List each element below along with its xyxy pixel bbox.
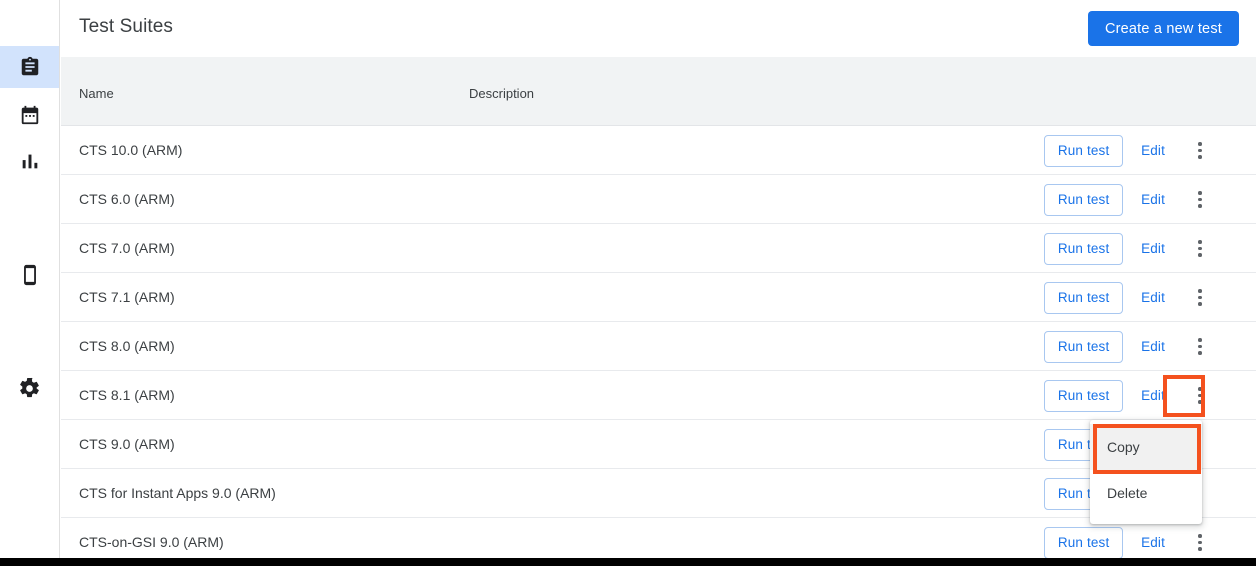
kebab-menu-icon-row-5[interactable]: [1183, 379, 1217, 413]
run-test-button[interactable]: Run test: [1044, 527, 1123, 559]
phone-icon: [19, 264, 41, 286]
run-test-button[interactable]: Run test: [1044, 331, 1123, 363]
edit-link[interactable]: Edit: [1141, 339, 1165, 354]
kebab-menu-icon-row-4[interactable]: [1183, 330, 1217, 364]
table-header-row: Name Description: [61, 57, 1256, 126]
row-actions: Run test Edit: [1044, 322, 1256, 371]
table-row: CTS-on-GSI 9.0 (ARM) Run test Edit: [61, 518, 1256, 558]
table-row: CTS 9.0 (ARM)Run testEdit: [61, 420, 1256, 469]
kebab-menu-icon-row-2[interactable]: [1183, 232, 1217, 266]
calendar-icon: [19, 104, 41, 126]
edit-link[interactable]: Edit: [1141, 143, 1165, 158]
table-cell-name: CTS 9.0 (ARM): [79, 436, 175, 452]
clipboard-icon: [19, 56, 41, 78]
table-cell-name: CTS 7.1 (ARM): [79, 289, 175, 305]
column-header-name: Name: [79, 86, 114, 101]
page-title: Test Suites: [79, 16, 173, 38]
edit-link[interactable]: Edit: [1141, 535, 1165, 550]
table-cell-name: CTS 10.0 (ARM): [79, 142, 182, 158]
app-root: Test Suites Create a new test Name Descr…: [0, 0, 1256, 566]
row-actions: Run test Edit: [1044, 371, 1256, 420]
gear-icon: [18, 377, 41, 400]
sidebar-item-schedule[interactable]: [0, 94, 59, 136]
row-context-menu[interactable]: Copy Delete: [1090, 420, 1202, 524]
run-test-button[interactable]: Run test: [1044, 282, 1123, 314]
table-row: CTS 10.0 (ARM) Run test Edit: [61, 126, 1256, 175]
sidebar-item-settings[interactable]: [0, 367, 59, 409]
table-row: CTS for Instant Apps 9.0 (ARM)Run testEd…: [61, 469, 1256, 518]
row-actions: Run test Edit: [1044, 518, 1256, 558]
kebab-menu-icon-row-3[interactable]: [1183, 281, 1217, 315]
bottom-black-bar: [0, 558, 1256, 566]
sidebar-item-reports[interactable]: [0, 140, 59, 182]
table-row: CTS 8.1 (ARM) Run test Edit: [61, 371, 1256, 420]
context-menu-item-copy[interactable]: Copy: [1090, 424, 1202, 470]
table-row: CTS 8.0 (ARM) Run test Edit: [61, 322, 1256, 371]
context-menu-item-delete[interactable]: Delete: [1090, 470, 1202, 516]
table-cell-name: CTS 7.0 (ARM): [79, 240, 175, 256]
kebab-menu-icon-row-1[interactable]: [1183, 183, 1217, 217]
table-cell-name: CTS 6.0 (ARM): [79, 191, 175, 207]
test-suites-table: Name Description CTS 10.0 (ARM) Run test E…: [61, 57, 1256, 558]
run-test-button[interactable]: Run test: [1044, 184, 1123, 216]
sidebar-item-devices[interactable]: [0, 254, 59, 296]
create-a-new-test-button[interactable]: Create a new test: [1088, 11, 1239, 46]
edit-link[interactable]: Edit: [1141, 241, 1165, 256]
row-actions: Run test Edit: [1044, 273, 1256, 322]
table-row: CTS 7.1 (ARM) Run test Edit: [61, 273, 1256, 322]
edit-link[interactable]: Edit: [1141, 192, 1165, 207]
table-cell-name: CTS for Instant Apps 9.0 (ARM): [79, 485, 276, 501]
table-row: CTS 7.0 (ARM) Run test Edit: [61, 224, 1256, 273]
row-actions: Run test Edit: [1044, 175, 1256, 224]
edit-link[interactable]: Edit: [1141, 290, 1165, 305]
row-actions: Run test Edit: [1044, 126, 1256, 175]
column-header-description: Description: [469, 86, 534, 101]
bar-chart-icon: [19, 150, 41, 172]
table-cell-name: CTS 8.1 (ARM): [79, 387, 175, 403]
kebab-menu-icon-row-8[interactable]: [1183, 526, 1217, 559]
table-body: CTS 10.0 (ARM) Run test Edit CTS 6.0 (ARM) R…: [61, 126, 1256, 558]
page-header: Test Suites Create a new test: [61, 0, 1256, 57]
table-cell-name: CTS-on-GSI 9.0 (ARM): [79, 534, 224, 550]
kebab-menu-icon-row-0[interactable]: [1183, 134, 1217, 168]
left-nav-rail: [0, 0, 60, 558]
run-test-button[interactable]: Run test: [1044, 135, 1123, 167]
edit-link[interactable]: Edit: [1141, 388, 1165, 403]
table-cell-name: CTS 8.0 (ARM): [79, 338, 175, 354]
run-test-button[interactable]: Run test: [1044, 233, 1123, 265]
sidebar-item-test-suites[interactable]: [0, 46, 59, 88]
run-test-button[interactable]: Run test: [1044, 380, 1123, 412]
row-actions: Run test Edit: [1044, 224, 1256, 273]
table-row: CTS 6.0 (ARM) Run test Edit: [61, 175, 1256, 224]
